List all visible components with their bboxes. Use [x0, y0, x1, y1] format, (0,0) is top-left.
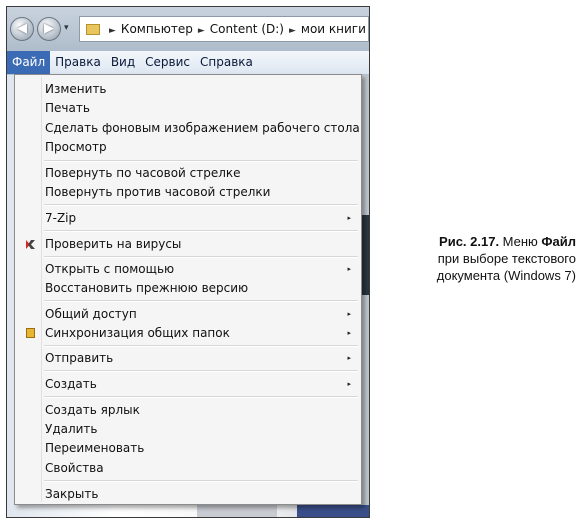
breadcrumb[interactable]: ►Компьютер►Content (D:)►мои книги►	[79, 16, 369, 42]
caption-line-1: Рис. 2.17. Меню Файл	[386, 233, 576, 250]
caption-line-3: документа (Windows 7)	[436, 268, 576, 283]
status-area-2	[297, 505, 369, 517]
menu-view[interactable]: Вид	[106, 51, 140, 74]
submenu-arrow-icon: ▸	[347, 310, 351, 318]
menu-item-set-wallpaper[interactable]: Сделать фоновым изображением рабочего ст…	[17, 119, 360, 138]
menu-item-label: Общий доступ	[45, 307, 137, 321]
menu-edit[interactable]: Правка	[50, 51, 106, 74]
submenu-arrow-icon: ▸	[347, 265, 351, 273]
caption-text: Меню	[499, 234, 542, 249]
menu-separator	[44, 204, 358, 206]
menu-item-scan-virus[interactable]: Проверить на вирусы	[17, 235, 359, 254]
menu-item-7zip[interactable]: 7-Zip ▸	[17, 209, 359, 228]
menu-item-open-with[interactable]: Открыть с помощью ▸	[17, 260, 359, 279]
thumbnail-strip	[361, 215, 369, 295]
menu-item-rename[interactable]: Переименовать	[17, 439, 359, 458]
chevron-right-icon[interactable]: ►	[289, 26, 296, 36]
menu-separator	[44, 256, 358, 258]
menu-item-label: 7-Zip	[45, 211, 77, 225]
caption-line-2: при выборе текстового	[437, 251, 576, 266]
menu-item-label: Создать ярлык	[45, 403, 140, 417]
menu-help[interactable]: Справка	[195, 51, 258, 74]
chevron-right-icon[interactable]: ►	[198, 26, 205, 36]
file-menu-dropdown: Изменить Печать Сделать фоновым изображе…	[14, 74, 362, 505]
submenu-arrow-icon: ▸	[347, 214, 351, 222]
menu-item-label: Восстановить прежнюю версию	[45, 281, 249, 295]
menu-item-label: Удалить	[45, 422, 98, 436]
menu-item-preview[interactable]: Просмотр	[17, 138, 359, 157]
menu-item-label: Повернуть против часовой стрелки	[45, 185, 271, 199]
submenu-arrow-icon: ▸	[347, 329, 351, 337]
menu-separator	[44, 300, 358, 302]
menu-file[interactable]: Файл	[7, 51, 51, 74]
caption-label: Рис. 2.17.	[439, 234, 500, 249]
menu-item-label: Изменить	[45, 82, 107, 96]
menu-item-share[interactable]: Общий доступ ▸	[17, 305, 359, 324]
menu-item-new[interactable]: Создать ▸	[17, 375, 359, 394]
menu-item-restore-version[interactable]: Восстановить прежнюю версию	[17, 279, 359, 298]
menu-item-label: Просмотр	[45, 140, 107, 154]
menu-item-sync-folders[interactable]: Синхронизация общих папок ▸	[17, 324, 359, 343]
chevron-right-icon[interactable]: ►	[109, 26, 116, 36]
menu-item-print[interactable]: Печать	[17, 99, 359, 118]
forward-arrow-icon[interactable]: ▶	[37, 17, 61, 41]
menu-item-label: Сделать фоновым изображением рабочего ст…	[45, 121, 360, 135]
address-bar-area: ◀ ▶ ▾ ►Компьютер►Content (D:)►мои книги►	[7, 7, 369, 51]
menu-item-label: Отправить	[45, 351, 114, 365]
breadcrumb-computer[interactable]: Компьютер	[121, 22, 193, 36]
menu-separator	[44, 345, 358, 347]
antivirus-icon	[26, 240, 35, 249]
menu-item-rotate-cw[interactable]: Повернуть по часовой стрелке	[17, 164, 359, 183]
menu-bar: Файл Правка Вид Сервис Справка	[7, 51, 369, 75]
back-arrow-icon[interactable]: ◀	[10, 17, 34, 41]
submenu-arrow-icon: ▸	[347, 380, 351, 388]
sync-icon	[26, 328, 35, 338]
caption-menu-name: Файл	[541, 234, 576, 249]
menu-item-delete[interactable]: Удалить	[17, 420, 359, 439]
submenu-arrow-icon: ▸	[347, 354, 351, 362]
menu-item-label: Проверить на вирусы	[45, 237, 182, 251]
menu-item-create-shortcut[interactable]: Создать ярлык	[17, 401, 359, 420]
menu-item-send-to[interactable]: Отправить ▸	[17, 349, 359, 368]
menu-item-label: Открыть с помощью	[45, 262, 175, 276]
menu-separator	[44, 370, 358, 372]
explorer-window: ◀ ▶ ▾ ►Компьютер►Content (D:)►мои книги►…	[6, 6, 370, 518]
menu-item-label: Переименовать	[45, 441, 145, 455]
menu-item-close[interactable]: Закрыть	[17, 485, 359, 504]
menu-item-edit[interactable]: Изменить	[17, 80, 359, 99]
figure-caption: Рис. 2.17. Меню Файл при выборе текстово…	[386, 233, 576, 284]
menu-tools[interactable]: Сервис	[140, 51, 195, 74]
menu-item-label: Синхронизация общих папок	[45, 326, 230, 340]
history-dropdown-icon[interactable]: ▾	[64, 23, 69, 33]
menu-separator	[44, 160, 358, 162]
menu-separator	[44, 396, 358, 398]
menu-item-label: Закрыть	[45, 487, 99, 501]
menu-item-label: Печать	[45, 101, 90, 115]
folder-icon	[86, 24, 100, 35]
menu-separator	[44, 230, 358, 232]
breadcrumb-drive[interactable]: Content (D:)	[210, 22, 284, 36]
menu-separator	[44, 480, 358, 482]
menu-item-properties[interactable]: Свойства	[17, 459, 359, 478]
menu-item-label: Свойства	[45, 461, 104, 475]
menu-item-label: Повернуть по часовой стрелке	[45, 166, 241, 180]
menu-item-label: Создать	[45, 377, 97, 391]
menu-item-rotate-ccw[interactable]: Повернуть против часовой стрелки	[17, 183, 359, 202]
breadcrumb-folder[interactable]: мои книги	[301, 22, 366, 36]
